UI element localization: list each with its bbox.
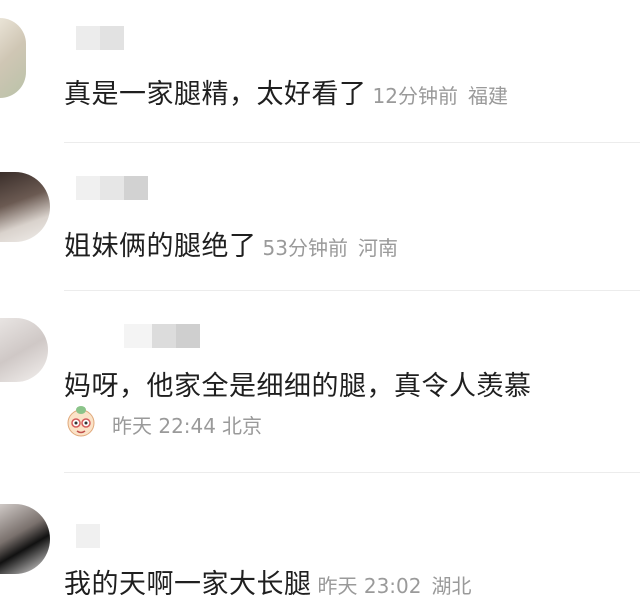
- comment-text: 妈呀，他家全是细细的腿，真令人羡慕: [64, 371, 532, 402]
- comment-location: 河南: [357, 236, 398, 260]
- comment-meta: 53分钟前 河南: [263, 236, 398, 260]
- comment-location: 湖北: [431, 574, 472, 598]
- username-blurred[interactable]: [76, 176, 148, 200]
- divider: [64, 290, 640, 291]
- comment-item: 真是一家腿精，太好看了 12分钟前 福建: [0, 0, 640, 144]
- username-blurred[interactable]: [76, 524, 100, 548]
- comment-time: 12分钟前: [372, 84, 458, 108]
- comment-meta: 12分钟前 福建: [373, 84, 508, 108]
- comment-text: 真是一家腿精，太好看了: [64, 79, 367, 110]
- avatar[interactable]: [0, 504, 50, 574]
- comment-time: 53分钟前: [262, 236, 348, 260]
- username-blurred[interactable]: [124, 324, 200, 348]
- comment-time: 昨天 22:44: [112, 414, 216, 438]
- user-badge-icon: [64, 404, 98, 438]
- comment-time: 昨天 23:02: [317, 574, 422, 598]
- comment-location: 福建: [467, 84, 508, 108]
- avatar[interactable]: [0, 18, 26, 98]
- comment-item: 姐妹俩的腿绝了 53分钟前 河南: [0, 144, 640, 294]
- divider: [64, 472, 640, 473]
- comment-location: 北京: [222, 414, 262, 438]
- comment-text: 我的天啊一家大长腿: [64, 569, 312, 600]
- comment-text: 姐妹俩的腿绝了: [64, 231, 257, 262]
- comment-item: 我的天啊一家大长腿 昨天 23:02 湖北: [0, 474, 640, 600]
- avatar[interactable]: [0, 172, 50, 242]
- comment-item: 妈呀，他家全是细细的腿，真令人羡慕 昨天 22:44 北京: [0, 294, 640, 474]
- comment-meta: 昨天 23:02 湖北: [318, 574, 472, 598]
- username-blurred[interactable]: [76, 26, 124, 50]
- avatar[interactable]: [0, 318, 48, 382]
- divider: [64, 142, 640, 143]
